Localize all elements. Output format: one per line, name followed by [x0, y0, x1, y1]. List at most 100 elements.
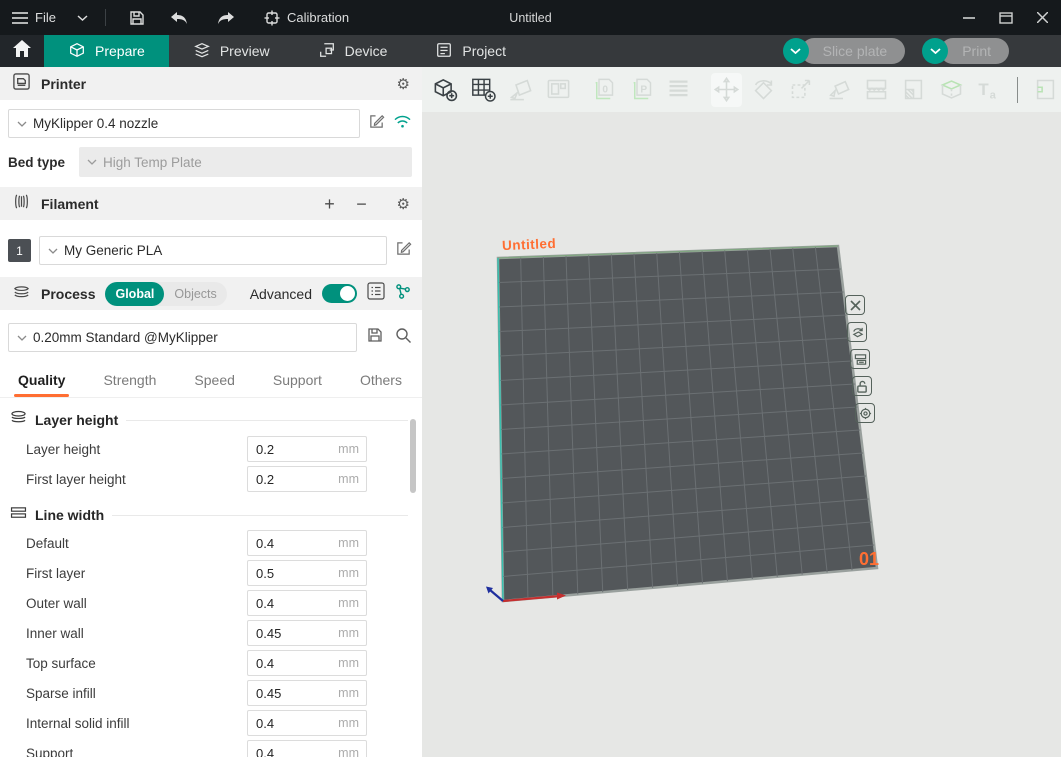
device-icon — [318, 41, 336, 62]
setting-input[interactable]: 0.2 mm — [247, 436, 367, 462]
setting-unit: mm — [338, 472, 366, 486]
advanced-label: Advanced — [250, 286, 312, 302]
setting-row: First layer height 0.2 mm — [0, 464, 422, 494]
settings-group-header: Line width — [0, 494, 422, 528]
printer-connection-wifi-icon[interactable] — [393, 114, 412, 134]
sidebar-scrollbar[interactable] — [410, 419, 416, 493]
close-button[interactable] — [1024, 0, 1061, 35]
scope-objects-button[interactable]: Objects — [164, 282, 226, 306]
setting-row: First layer 0.5 mm — [0, 558, 422, 588]
delete-plate-button[interactable] — [845, 295, 865, 315]
setting-unit: mm — [338, 442, 366, 456]
setting-row: Outer wall 0.4 mm — [0, 588, 422, 618]
toolbar-divider — [1017, 77, 1018, 103]
layers-stack-button — [663, 73, 695, 107]
setting-input[interactable]: 0.4 mm — [247, 590, 367, 616]
setting-unit: mm — [338, 686, 366, 700]
param-tab-strength[interactable]: Strength — [95, 368, 164, 397]
printer-preset-select[interactable]: MyKlipper 0.4 nozzle — [8, 109, 360, 138]
add-filament-button[interactable]: + — [319, 195, 341, 213]
chevron-down-icon — [17, 121, 27, 127]
undo-icon[interactable] — [170, 11, 188, 25]
save-icon[interactable] — [129, 10, 145, 26]
setting-input[interactable]: 0.45 mm — [247, 680, 367, 706]
auto-orient-button — [505, 73, 537, 107]
setting-input[interactable]: 0.4 mm — [247, 650, 367, 676]
svg-text:a: a — [990, 90, 997, 102]
viewport-3d[interactable]: 0 P — [422, 67, 1061, 757]
print-button[interactable]: Print — [940, 38, 1009, 64]
filament-edit-icon[interactable] — [395, 240, 412, 262]
printer-icon — [12, 72, 31, 96]
save-preset-icon[interactable] — [367, 327, 383, 348]
process-preset-select[interactable]: 0.20mm Standard @MyKlipper — [8, 323, 357, 352]
project-icon — [435, 41, 453, 62]
tab-preview[interactable]: Preview — [169, 35, 294, 67]
text-tool-button: Ta — [973, 73, 1005, 107]
setting-label: Support — [26, 746, 247, 757]
setting-unit: mm — [338, 566, 366, 580]
remove-filament-button[interactable]: − — [351, 195, 373, 213]
param-tab-support[interactable]: Support — [265, 368, 330, 397]
tab-prepare[interactable]: Prepare — [44, 35, 169, 67]
build-plate[interactable] — [422, 112, 1061, 757]
filament-settings-gear-icon[interactable]: ⚙ — [397, 195, 410, 213]
param-tab-others[interactable]: Others — [352, 368, 410, 397]
home-icon — [13, 40, 31, 62]
settings-group-header: Layer height — [0, 398, 422, 434]
plate-gear-button[interactable] — [855, 403, 875, 423]
tab-project[interactable]: Project — [411, 35, 530, 67]
param-tab-speed[interactable]: Speed — [186, 368, 242, 397]
setting-value: 0.4 — [248, 746, 338, 757]
slice-plate-button[interactable]: Slice plate — [801, 38, 906, 64]
add-plate-button[interactable] — [468, 73, 500, 107]
setting-input[interactable]: 0.4 mm — [247, 740, 367, 757]
setting-input[interactable]: 0.45 mm — [247, 620, 367, 646]
param-tab-quality[interactable]: Quality — [10, 368, 73, 397]
scope-global-button[interactable]: Global — [105, 282, 164, 306]
setting-input[interactable]: 0.5 mm — [247, 560, 367, 586]
lay-on-face-button — [823, 73, 855, 107]
setting-label: First layer height — [26, 472, 247, 487]
setting-unit: mm — [338, 746, 366, 757]
auto-orient-plate-button[interactable] — [847, 322, 867, 342]
object-list-icon[interactable] — [367, 282, 385, 305]
setting-value: 0.4 — [248, 716, 338, 731]
lock-plate-button[interactable] — [852, 376, 872, 396]
setting-input[interactable]: 0.4 mm — [247, 530, 367, 556]
setting-row: Internal solid infill 0.4 mm — [0, 708, 422, 738]
filament-preset-select[interactable]: My Generic PLA — [39, 236, 387, 265]
home-button[interactable] — [0, 35, 44, 67]
file-menu-chevron-icon[interactable] — [77, 15, 88, 21]
search-preset-icon[interactable] — [395, 327, 412, 349]
advanced-toggle[interactable] — [322, 284, 357, 303]
minimize-button[interactable] — [950, 0, 987, 35]
tab-device[interactable]: Device — [294, 35, 412, 67]
file-menu[interactable]: File — [12, 10, 56, 25]
setting-input[interactable]: 0.4 mm — [247, 710, 367, 736]
redo-icon[interactable] — [217, 11, 235, 25]
process-scope-switch: Global Objects — [105, 282, 226, 306]
setting-input[interactable]: 0.2 mm — [247, 466, 367, 492]
print-group: Print — [922, 38, 1009, 64]
filament-slot-badge[interactable]: 1 — [8, 239, 31, 262]
maximize-button[interactable] — [987, 0, 1024, 35]
bed-type-select[interactable]: High Temp Plate — [79, 147, 412, 177]
printer-settings-gear-icon[interactable]: ⚙ — [397, 75, 410, 93]
slice-dropdown-button[interactable] — [783, 38, 809, 64]
printer-section-header: Printer ⚙ — [0, 67, 422, 100]
settings-group-title: Layer height — [35, 412, 118, 428]
process-preset-value: 0.20mm Standard @MyKlipper — [33, 330, 218, 345]
printer-edit-icon[interactable] — [368, 113, 385, 135]
printer-preset-value: MyKlipper 0.4 nozzle — [33, 116, 158, 131]
filament-section-header: Filament + − ⚙ — [0, 187, 422, 220]
assembly-view-button — [936, 73, 968, 107]
add-object-button[interactable] — [430, 73, 462, 107]
settings-group-title: Line width — [35, 507, 104, 523]
setting-label: First layer — [26, 566, 247, 581]
calibration-button[interactable]: Calibration — [264, 10, 349, 26]
setting-unit: mm — [338, 536, 366, 550]
plate-settings-button[interactable] — [850, 349, 870, 369]
chevron-down-icon — [87, 159, 97, 165]
tune-params-icon[interactable] — [395, 283, 412, 305]
